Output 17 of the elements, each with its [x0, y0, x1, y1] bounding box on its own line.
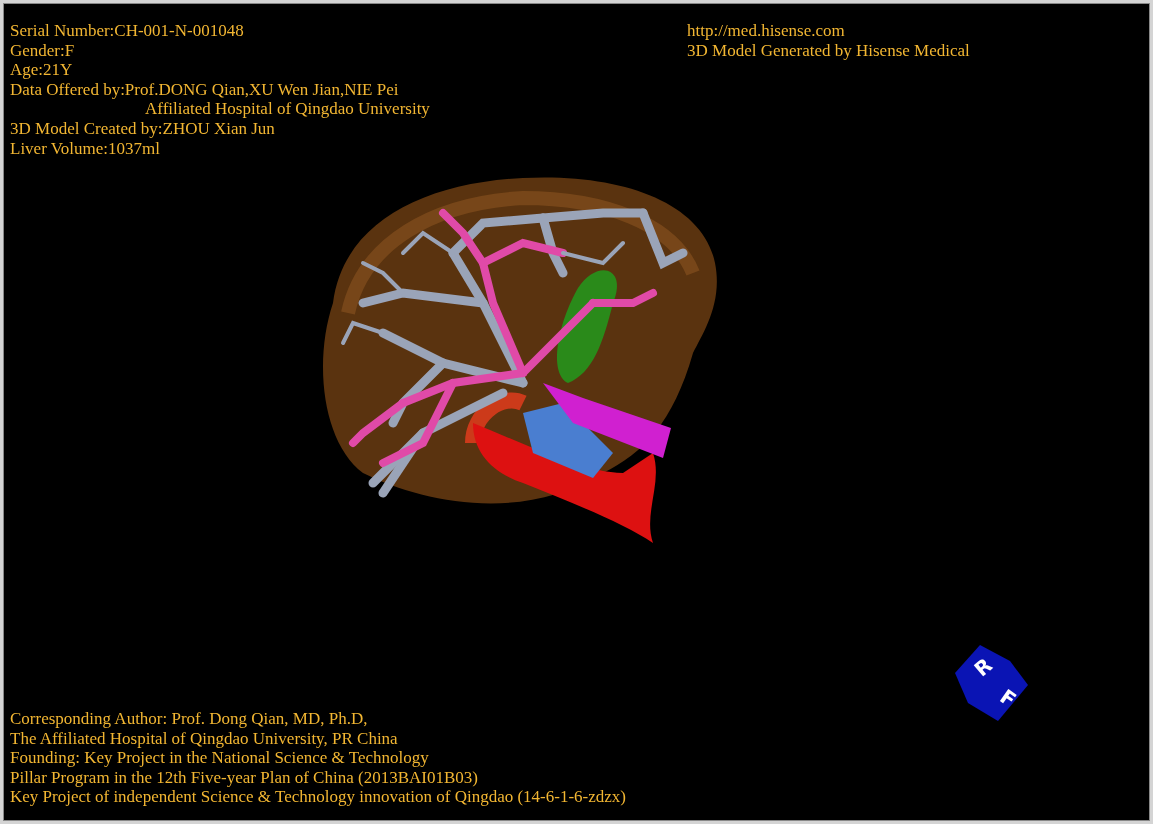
info-line: Gender:F [10, 40, 75, 61]
info-line: 3D Model Created by:ZHOU Xian Jun [10, 118, 275, 139]
credit-line: Founding: Key Project in the National Science & Technology [10, 748, 429, 768]
info-line: Liver Volume:1037ml [10, 138, 160, 159]
info-line: Serial Number:CH-001-N-001048 [10, 21, 244, 41]
credit-line: Pillar Program in the 12th Five-year Plan of China (2013BAI01B03) [10, 767, 478, 788]
info-line: Affiliated Hospital of Qingdao University [144, 99, 430, 119]
info-line: Age:21Y [10, 60, 73, 80]
website-link[interactable]: http://med.hisense.com [687, 21, 845, 41]
orientation-cube-icon[interactable] [955, 645, 1028, 721]
credit-line: Key Project of independent Science & Technology innovation of Qingdao (14-6-1-6-zdzx) [10, 787, 626, 807]
credit-line: Corresponding Author: Prof. Dong Qian, MD, Ph.D, [10, 709, 368, 729]
info-line: Data Offered by:Prof.DONG Qian,XU Wen Jian,NIE Pei [10, 79, 399, 100]
cube-face-label: R [969, 653, 997, 682]
cube-face-label: F [995, 684, 1021, 712]
credit-line: The Affiliated Hospital of Qingdao University, PR China [10, 728, 398, 749]
generator-note: 3D Model Generated by Hisense Medical [687, 40, 970, 61]
